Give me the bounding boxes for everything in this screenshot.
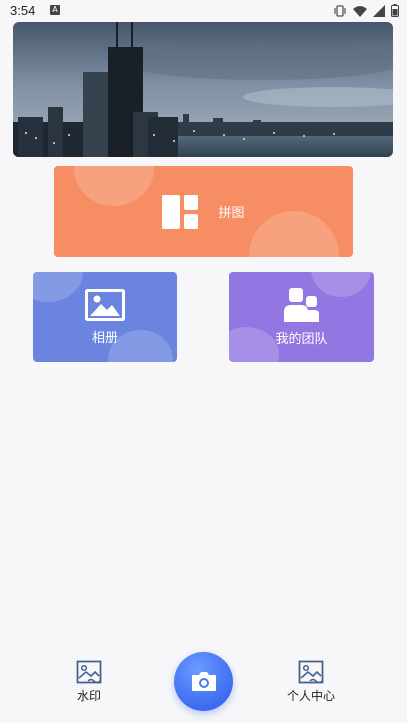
nav-profile[interactable]: 个人中心 bbox=[287, 660, 335, 704]
battery-icon bbox=[391, 4, 399, 17]
team-icon bbox=[283, 287, 319, 322]
profile-icon bbox=[298, 660, 324, 684]
album-label: 相册 bbox=[91, 330, 118, 346]
team-label: 我的团队 bbox=[275, 331, 328, 347]
image-icon bbox=[85, 288, 125, 321]
watermark-icon bbox=[76, 660, 102, 684]
status-icons bbox=[333, 4, 399, 17]
status-time: 3:54 bbox=[10, 3, 36, 18]
camera-button[interactable] bbox=[174, 652, 233, 711]
decor-circle bbox=[74, 166, 154, 206]
signal-icon bbox=[373, 4, 385, 17]
puzzle-label: 拼图 bbox=[218, 206, 245, 221]
nav-watermark[interactable]: 水印 bbox=[76, 660, 102, 704]
decor-circle bbox=[33, 272, 83, 302]
decor-circle bbox=[229, 327, 279, 362]
nav-watermark-label: 水印 bbox=[76, 689, 101, 703]
decor-circle bbox=[249, 211, 339, 257]
wifi-icon bbox=[353, 5, 367, 17]
notification-badge: A bbox=[50, 5, 60, 15]
puzzle-card[interactable]: 拼图 bbox=[54, 166, 353, 257]
team-card[interactable]: 我的团队 bbox=[229, 272, 374, 362]
banner-image[interactable] bbox=[13, 22, 393, 157]
decor-circle bbox=[311, 272, 371, 297]
vibrate-icon bbox=[334, 4, 346, 17]
status-bar: 3:54 A bbox=[0, 0, 407, 22]
camera-icon bbox=[191, 672, 216, 691]
nav-profile-label: 个人中心 bbox=[287, 689, 336, 703]
album-card[interactable]: 相册 bbox=[33, 272, 177, 362]
city-skyline-image bbox=[13, 22, 393, 157]
layout-grid-icon bbox=[162, 194, 199, 229]
